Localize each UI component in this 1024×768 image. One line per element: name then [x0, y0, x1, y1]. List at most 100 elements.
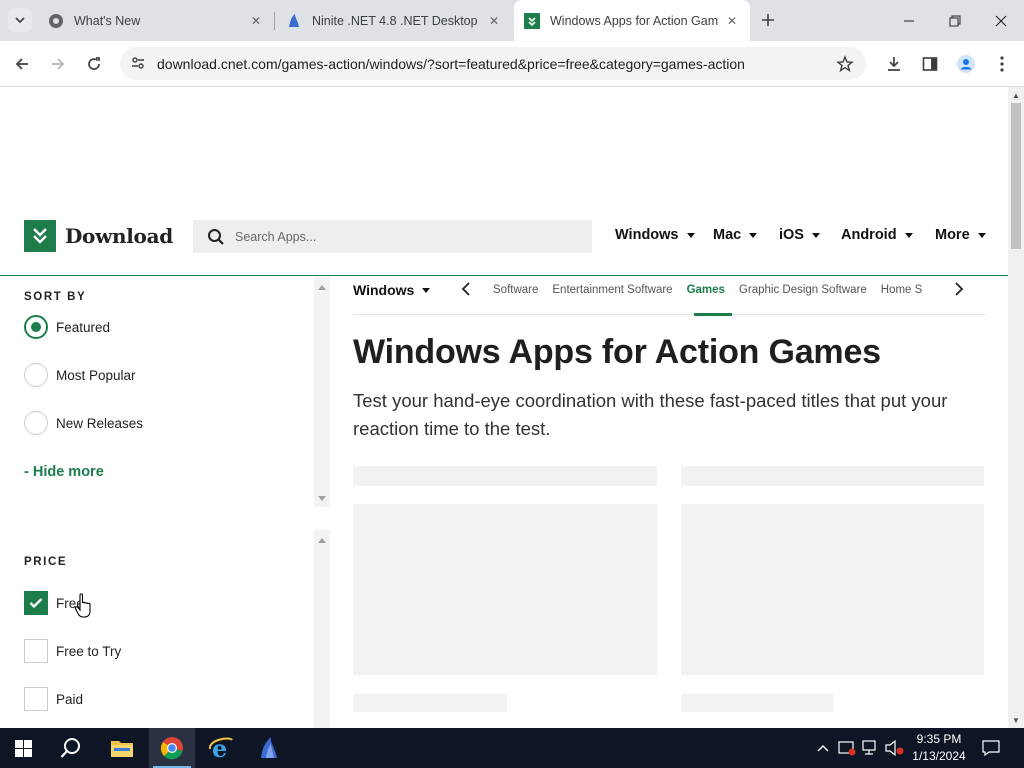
nav-more[interactable]: More [935, 227, 986, 243]
sort-by-panel: SORT BY Featured Most Popular New Releas… [0, 277, 330, 515]
sort-option-new-releases[interactable]: New Releases [24, 411, 143, 435]
checkbox-unchecked[interactable] [24, 687, 48, 711]
start-button[interactable] [0, 728, 46, 768]
show-hidden-icons-button[interactable] [814, 728, 832, 768]
skeleton-placeholder [353, 466, 657, 486]
downloads-button[interactable] [880, 50, 908, 78]
scroll-down-icon[interactable] [318, 496, 326, 501]
sort-option-featured[interactable]: Featured [24, 315, 110, 339]
tab-separator [274, 12, 275, 30]
site-logo[interactable]: Download [24, 220, 173, 252]
sort-panel-scrollbar[interactable] [314, 277, 330, 507]
search-icon [207, 228, 229, 246]
tab-title: What's New [74, 13, 141, 28]
sort-by-heading: SORT BY [24, 291, 87, 303]
skeleton-placeholder [681, 466, 984, 486]
close-window-button[interactable] [978, 0, 1024, 41]
nav-android[interactable]: Android [841, 227, 913, 243]
category-prev-button[interactable] [457, 280, 475, 298]
radio-unselected[interactable] [24, 363, 48, 387]
taskbar-chrome[interactable] [149, 728, 195, 768]
action-center-button[interactable] [980, 728, 1002, 768]
close-tab-icon[interactable]: ✕ [248, 13, 264, 29]
price-panel-scrollbar[interactable] [314, 530, 330, 728]
category-home[interactable]: Home S [881, 284, 923, 296]
arrow-left-icon [15, 58, 28, 70]
site-settings-icon[interactable] [128, 53, 148, 73]
tab-title: Ninite .NET 4.8 .NET Desktop R [312, 13, 480, 28]
page-scrollbar[interactable]: ▲ ▼ [1008, 87, 1024, 728]
skeleton-placeholder [681, 504, 984, 675]
new-tab-button[interactable] [757, 9, 779, 31]
minimize-button[interactable] [886, 0, 932, 41]
profile-avatar-icon [957, 55, 975, 73]
tray-network-icon[interactable] [860, 728, 882, 768]
close-tab-icon[interactable]: ✕ [486, 13, 502, 29]
folder-icon [111, 741, 133, 757]
chrome-icon [48, 13, 64, 29]
restore-icon [949, 15, 961, 26]
close-tab-icon[interactable]: ✕ [724, 13, 740, 29]
nav-ios[interactable]: iOS [779, 227, 820, 243]
page-viewport: Download Windows Mac iOS Android More SO… [0, 87, 1008, 728]
windows-taskbar: e 9:35 PM 1/13/2024 [0, 728, 1024, 768]
sort-option-label: Most Popular [56, 367, 136, 383]
bookmark-star-icon[interactable] [834, 53, 856, 75]
side-panel-button[interactable] [916, 50, 944, 78]
radio-selected[interactable] [24, 315, 48, 339]
notification-icon [982, 740, 1000, 756]
chevron-up-icon [817, 745, 829, 752]
tab-windows-apps[interactable]: Windows Apps for Action Game ✕ [514, 0, 750, 41]
system-clock[interactable]: 9:35 PM 1/13/2024 [905, 731, 973, 765]
taskbar-internet-explorer[interactable]: e [198, 728, 244, 768]
taskbar-search-button[interactable] [48, 728, 94, 768]
logo-mark-icon [24, 220, 56, 252]
nav-windows[interactable]: Windows [615, 227, 695, 243]
scroll-down-icon[interactable]: ▼ [1008, 712, 1024, 728]
checkbox-unchecked[interactable] [24, 639, 48, 663]
price-heading: PRICE [24, 556, 68, 568]
scroll-up-icon[interactable] [318, 285, 326, 290]
category-entertainment-software[interactable]: Entertainment Software [552, 284, 672, 296]
checkbox-checked[interactable] [24, 591, 48, 615]
tray-volume-icon[interactable] [884, 728, 906, 768]
browser-menu-button[interactable] [988, 50, 1016, 78]
scrollbar-thumb[interactable] [1011, 103, 1021, 249]
page-title: Windows Apps for Action Games [353, 333, 881, 371]
price-option-free-to-try[interactable]: Free to Try [24, 639, 121, 663]
url-text: download.cnet.com/games-action/windows/?… [157, 56, 745, 72]
scroll-up-icon[interactable]: ▲ [1008, 87, 1024, 103]
chrome-icon [160, 737, 183, 760]
reload-button[interactable] [80, 50, 108, 78]
chevron-left-icon [461, 282, 470, 296]
nav-mac[interactable]: Mac [713, 227, 758, 243]
restore-button[interactable] [932, 0, 978, 41]
tab-search-button[interactable] [8, 8, 32, 32]
taskbar-file-explorer[interactable] [99, 728, 145, 768]
category-software[interactable]: Software [493, 284, 538, 296]
sort-option-most-popular[interactable]: Most Popular [24, 363, 136, 387]
minimize-icon [904, 20, 914, 21]
category-strip: Windows Software Entertainment Software Ga… [353, 277, 985, 316]
category-next-button[interactable] [950, 280, 968, 298]
site-search-input[interactable] [235, 229, 575, 244]
price-option-paid[interactable]: Paid [24, 687, 83, 711]
profile-button[interactable] [952, 50, 980, 78]
taskbar-ninite[interactable] [246, 728, 292, 768]
forward-button[interactable] [44, 50, 72, 78]
internet-explorer-icon: e [208, 736, 233, 760]
radio-unselected[interactable] [24, 411, 48, 435]
site-search-box[interactable] [193, 220, 592, 253]
scroll-up-icon[interactable] [318, 538, 326, 543]
hide-more-link[interactable]: - Hide more [24, 464, 104, 480]
tab-ninite[interactable]: Ninite .NET 4.8 .NET Desktop R ✕ [276, 0, 512, 41]
caret-down-icon [749, 232, 758, 238]
address-bar[interactable]: download.cnet.com/games-action/windows/?… [120, 47, 866, 80]
tab-whats-new[interactable]: What's New ✕ [38, 0, 274, 41]
back-button[interactable] [8, 50, 36, 78]
os-selector[interactable]: Windows [353, 282, 431, 298]
category-games[interactable]: Games [687, 284, 725, 296]
category-graphic-design-software[interactable]: Graphic Design Software [739, 284, 867, 296]
tray-security-icon[interactable] [836, 728, 858, 768]
caret-down-icon [811, 232, 820, 238]
